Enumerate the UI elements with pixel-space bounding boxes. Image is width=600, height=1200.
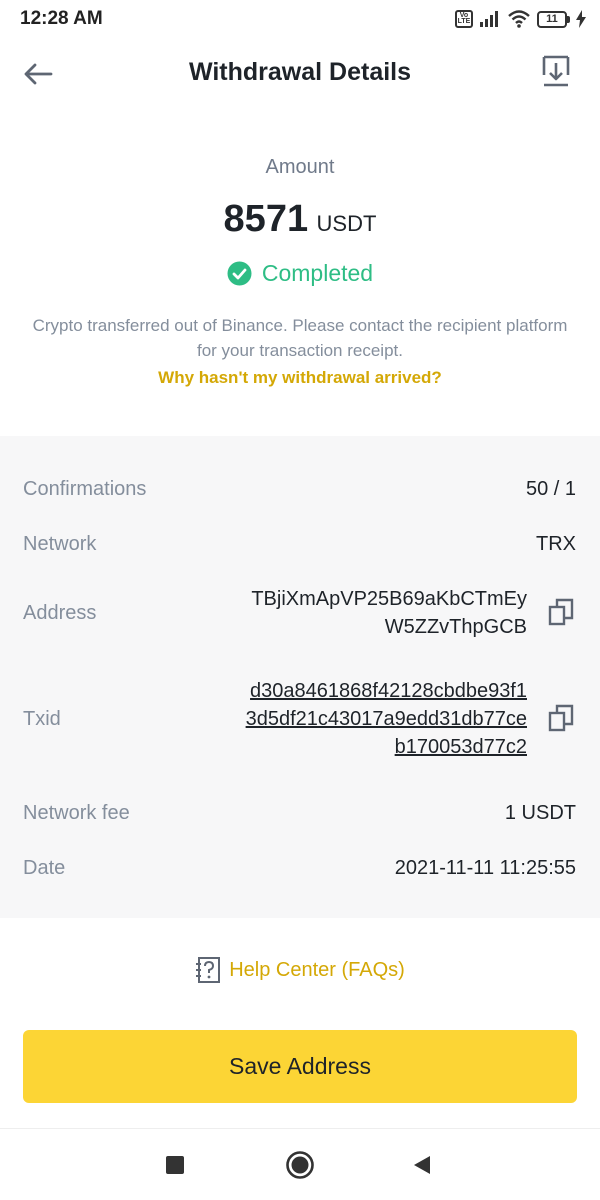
txid-line[interactable]: b170053d77c2 xyxy=(246,733,527,761)
signal-icon xyxy=(480,11,498,27)
status-description: Crypto transferred out of Binance. Pleas… xyxy=(32,316,568,360)
txid-line[interactable]: 3d5df21c43017a9edd31db77ce xyxy=(246,705,527,733)
network-value: TRX xyxy=(536,533,576,555)
address-line: W5ZZvThpGCB xyxy=(384,616,527,638)
amount-unit: USDT xyxy=(316,211,377,236)
address-line: TBjiXmApVP25B69aKbCTmEy xyxy=(251,588,527,610)
status-badge: Completed xyxy=(261,260,374,286)
txid-label: Txid xyxy=(23,708,61,730)
page-title: Withdrawal Details xyxy=(188,58,412,86)
network-fee-label: Network fee xyxy=(23,802,130,824)
system-nav-bar xyxy=(0,1128,600,1200)
home-button[interactable] xyxy=(282,1147,318,1183)
date-value: 2021-11-11 11:25:55 xyxy=(394,857,576,879)
status-row: Completed xyxy=(0,260,600,287)
network-label: Network xyxy=(23,533,97,555)
address-value: TBjiXmApVP25B69aKbCTmEy W5ZZvThpGCB xyxy=(251,585,527,641)
copy-address-button[interactable] xyxy=(548,598,574,626)
copy-icon xyxy=(548,704,574,732)
help-center-link[interactable]: Help Center (FAQs) xyxy=(0,956,600,984)
back-nav-button[interactable] xyxy=(404,1147,440,1183)
charging-icon xyxy=(576,10,586,28)
home-circle-icon xyxy=(286,1151,314,1179)
header: Withdrawal Details xyxy=(0,38,600,110)
copy-txid-button[interactable] xyxy=(548,704,574,732)
address-label: Address xyxy=(23,602,97,624)
download-button[interactable] xyxy=(536,52,576,92)
details-panel: Confirmations 50 / 1 Network TRX Address… xyxy=(0,436,600,918)
status-time: 12:28 AM xyxy=(20,8,103,29)
confirmations-value: 50 / 1 xyxy=(525,478,576,500)
network-fee-value: 1 USDT xyxy=(504,802,576,824)
status-icons: Vo LTE 11 xyxy=(455,8,586,30)
triangle-back-icon xyxy=(414,1156,430,1174)
amount-row: 8571 USDT xyxy=(0,198,600,241)
volte-icon: Vo LTE xyxy=(455,10,473,28)
save-address-button[interactable]: Save Address xyxy=(23,1030,577,1103)
battery-level: 11 xyxy=(537,10,567,28)
amount-label: Amount xyxy=(265,156,335,178)
copy-icon xyxy=(548,598,574,626)
square-icon xyxy=(166,1156,184,1174)
status-bar: 12:28 AM Vo LTE 11 xyxy=(0,0,600,38)
download-icon xyxy=(542,55,570,87)
confirmations-label: Confirmations xyxy=(23,478,147,500)
why-withdrawal-link[interactable]: Why hasn't my withdrawal arrived? xyxy=(0,368,600,388)
wifi-icon xyxy=(508,10,530,28)
recents-button[interactable] xyxy=(157,1147,193,1183)
check-circle-icon xyxy=(227,261,252,286)
faq-icon xyxy=(196,957,221,983)
amount-value: 8571 xyxy=(223,198,309,240)
battery-icon: 11 xyxy=(537,10,570,28)
help-center-label[interactable]: Help Center (FAQs) xyxy=(229,959,405,982)
date-label: Date xyxy=(23,857,66,879)
txid-line[interactable]: d30a8461868f42128cbdbe93f1 xyxy=(246,677,527,705)
txid-value[interactable]: d30a8461868f42128cbdbe93f1 3d5df21c43017… xyxy=(246,677,527,761)
